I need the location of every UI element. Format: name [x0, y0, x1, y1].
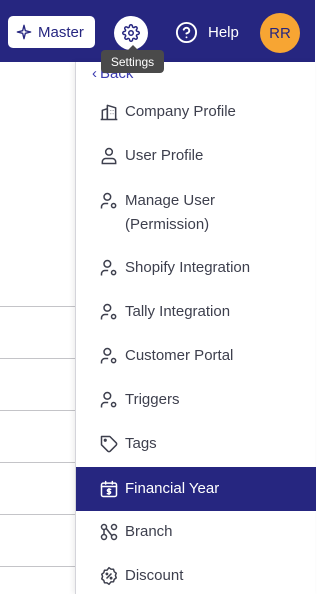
user-gear-icon — [98, 301, 120, 323]
menu-item-branch[interactable]: Branch — [76, 520, 316, 544]
user-gear-icon — [98, 257, 120, 279]
settings-menu: ‹ Back Company Profile User Profile Mana… — [75, 62, 316, 594]
menu-item-shopify-integration[interactable]: Shopify Integration — [76, 256, 316, 280]
help-circle-icon — [175, 21, 198, 43]
menu-item-label: Financial Year — [125, 480, 220, 497]
divider — [0, 306, 75, 307]
menu-item-label-line2: (Permission) — [125, 216, 210, 233]
menu-item-user-profile[interactable]: User Profile — [76, 144, 316, 168]
tag-icon — [98, 433, 120, 455]
settings-tooltip: Settings — [101, 45, 164, 73]
user-avatar[interactable]: RR — [260, 13, 300, 53]
divider — [0, 566, 75, 567]
master-label: Master — [38, 23, 84, 41]
master-button[interactable]: Master — [8, 16, 95, 48]
user-gear-icon — [98, 190, 120, 212]
menu-item-label: Manage User (Permission) — [125, 189, 215, 237]
chevron-left-icon: ‹ — [92, 65, 97, 82]
menu-item-label: Customer Portal — [125, 347, 234, 364]
menu-item-triggers[interactable]: Triggers — [76, 388, 316, 412]
user-gear-icon — [98, 389, 120, 411]
discount-icon — [98, 565, 120, 587]
user-gear-icon — [98, 345, 120, 367]
menu-item-label: Tally Integration — [125, 303, 231, 320]
menu-item-label-line1: Manage User — [125, 192, 216, 209]
menu-item-label: Branch — [125, 523, 173, 540]
building-icon — [98, 101, 120, 123]
menu-item-label: Shopify Integration — [125, 259, 251, 276]
calendar-dollar-icon — [98, 478, 120, 500]
help-button[interactable]: Help — [175, 20, 239, 44]
menu-item-label: Triggers — [125, 391, 180, 408]
help-label: Help — [208, 23, 239, 41]
gear-icon — [122, 24, 140, 42]
divider — [0, 462, 75, 463]
sparkle-icon — [16, 24, 32, 40]
divider — [0, 358, 75, 359]
menu-item-label: Company Profile — [125, 103, 236, 120]
menu-item-manage-user[interactable]: Manage User (Permission) — [76, 189, 316, 237]
menu-item-customer-portal[interactable]: Customer Portal — [76, 344, 316, 368]
menu-item-company-profile[interactable]: Company Profile — [76, 100, 316, 124]
menu-item-label: Discount — [125, 567, 184, 584]
menu-item-tags[interactable]: Tags — [76, 432, 316, 456]
branch-icon — [98, 521, 120, 543]
divider — [0, 410, 75, 411]
user-icon — [98, 145, 120, 167]
menu-item-label: User Profile — [125, 147, 204, 164]
menu-item-discount[interactable]: Discount — [76, 564, 316, 588]
menu-item-tally-integration[interactable]: Tally Integration — [76, 300, 316, 324]
menu-item-financial-year[interactable]: Financial Year — [76, 467, 316, 511]
menu-item-label: Tags — [125, 435, 157, 452]
divider — [0, 514, 75, 515]
